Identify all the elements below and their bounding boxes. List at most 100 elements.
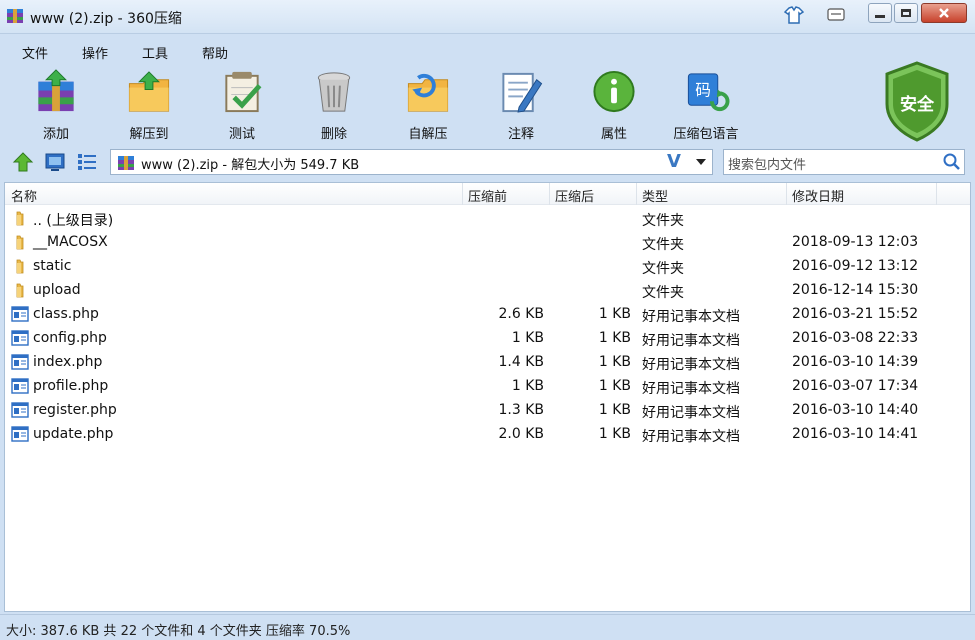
folder-row[interactable]: upload 文件夹 2016-12-14 15:30: [5, 278, 970, 302]
extract-to-button[interactable]: 解压到: [104, 68, 194, 142]
comment-button[interactable]: 注释: [476, 68, 566, 142]
folder-icon: [11, 210, 29, 226]
folder-row[interactable]: __MACOSX 文件夹 2018-09-13 12:03: [5, 230, 970, 254]
archive-icon: [118, 156, 134, 170]
column-divider[interactable]: [786, 183, 787, 205]
path-combobox[interactable]: www (2).zip - 解包大小为 549.7 KB V: [110, 149, 713, 175]
text-file-icon: [11, 306, 29, 322]
text-file-icon: [11, 354, 29, 370]
column-date[interactable]: 修改日期: [792, 186, 844, 205]
minimize-icon: [875, 14, 885, 18]
file-size: 1 KB: [511, 330, 544, 346]
file-list: 名称 压缩前 压缩后 类型 修改日期 .. (上级目录) 文件夹 __MACOSX 文…: [4, 182, 971, 612]
test-icon: [225, 71, 262, 113]
window-title: www (2).zip - 360压缩: [30, 11, 182, 27]
maximize-icon: [901, 9, 911, 17]
skin-shirt-icon[interactable]: [784, 6, 804, 24]
delete-label: 删除: [320, 127, 347, 142]
maximize-button[interactable]: [894, 3, 918, 23]
text-file-icon: [11, 330, 29, 346]
menu-bar: 文件 操作 工具 帮助: [0, 38, 975, 64]
delete-button[interactable]: 删除: [289, 68, 379, 142]
chevron-down-icon[interactable]: [696, 159, 706, 165]
self-extract-label: 自解压: [408, 127, 448, 142]
column-name[interactable]: 名称: [11, 186, 37, 205]
column-divider[interactable]: [549, 183, 550, 205]
detail-view-icon[interactable]: [76, 151, 98, 173]
folder-row[interactable]: static 文件夹 2016-09-12 13:12: [5, 254, 970, 278]
file-name: register.php: [33, 402, 117, 418]
file-modified-date: 2016-09-12 13:12: [792, 258, 919, 274]
file-row[interactable]: class.php 2.6 KB 1 KB 好用记事本文档 2016-03-21 15:…: [5, 302, 970, 326]
file-type: 好用记事本文档: [642, 405, 740, 421]
file-packed-size: 1 KB: [598, 426, 631, 442]
file-row[interactable]: config.php 1 KB 1 KB 好用记事本文档 2016-03-08 22:3…: [5, 326, 970, 350]
status-text: 大小: 387.6 KB 共 22 个文件和 4 个文件夹 压缩率 70.5%: [6, 624, 351, 639]
path-text: www (2).zip - 解包大小为 549.7 KB: [141, 158, 360, 173]
file-row[interactable]: profile.php 1 KB 1 KB 好用记事本文档 2016-03-07 17:…: [5, 374, 970, 398]
file-type: 文件夹: [642, 213, 684, 229]
column-divider[interactable]: [636, 183, 637, 205]
file-row[interactable]: index.php 1.4 KB 1 KB 好用记事本文档 2016-03-10 14:…: [5, 350, 970, 374]
menu-tools[interactable]: 工具: [142, 43, 168, 62]
file-type: 文件夹: [642, 261, 684, 277]
folder-icon: [11, 234, 29, 250]
search-icon[interactable]: [942, 152, 962, 172]
folder-icon: [11, 258, 29, 274]
properties-label: 属性: [600, 127, 627, 142]
comment-label: 注释: [507, 127, 534, 142]
self-extract-button[interactable]: 自解压: [383, 68, 473, 142]
file-row[interactable]: register.php 1.3 KB 1 KB 好用记事本文档 2016-03-10 …: [5, 398, 970, 422]
file-name: config.php: [33, 330, 107, 346]
file-modified-date: 2016-03-10 14:39: [792, 354, 919, 370]
archive-language-label: 压缩包语言: [673, 127, 739, 142]
thumbnail-view-icon[interactable]: [44, 151, 66, 173]
column-size[interactable]: 压缩前: [468, 186, 507, 205]
file-row[interactable]: update.php 2.0 KB 1 KB 好用记事本文档 2016-03-10 14…: [5, 422, 970, 446]
search-input[interactable]: 搜索包内文件: [723, 149, 965, 175]
column-divider[interactable]: [462, 183, 463, 205]
security-shield[interactable]: 安全: [881, 60, 953, 142]
minimize-button[interactable]: [868, 3, 892, 23]
file-name: upload: [33, 282, 81, 298]
properties-button[interactable]: 属性: [569, 68, 659, 142]
column-packed[interactable]: 压缩后: [555, 186, 594, 205]
file-type: 文件夹: [642, 285, 684, 301]
file-type: 文件夹: [642, 237, 684, 253]
archive-app-icon: [7, 9, 23, 23]
test-button[interactable]: 测试: [197, 68, 287, 142]
menu-file[interactable]: 文件: [22, 43, 48, 62]
info-icon: [593, 70, 635, 113]
text-file-icon: [11, 426, 29, 442]
file-modified-date: 2016-03-10 14:40: [792, 402, 919, 418]
feedback-icon[interactable]: [826, 6, 846, 24]
file-packed-size: 1 KB: [598, 378, 631, 394]
add-button[interactable]: 添加: [11, 68, 101, 142]
column-divider[interactable]: [936, 183, 937, 205]
file-modified-date: 2016-12-14 15:30: [792, 282, 919, 298]
file-modified-date: 2018-09-13 12:03: [792, 234, 919, 250]
file-modified-date: 2016-03-07 17:34: [792, 378, 919, 394]
file-name: profile.php: [33, 378, 109, 394]
up-arrow-icon[interactable]: [12, 151, 34, 173]
file-size: 1.3 KB: [498, 402, 545, 418]
column-type[interactable]: 类型: [642, 186, 668, 205]
file-type: 好用记事本文档: [642, 429, 740, 445]
close-button[interactable]: [921, 3, 967, 23]
archive-language-button[interactable]: 码 压缩包语言: [661, 68, 751, 142]
file-name: __MACOSX: [33, 234, 108, 250]
svg-text:码: 码: [695, 80, 711, 99]
menu-operate[interactable]: 操作: [82, 43, 108, 62]
file-name: update.php: [33, 426, 114, 442]
status-bar: 大小: 387.6 KB 共 22 个文件和 4 个文件夹 压缩率 70.5%: [0, 614, 975, 640]
search-placeholder: 搜索包内文件: [728, 158, 807, 173]
comment-icon: [502, 72, 543, 113]
add-archive-icon: [38, 69, 74, 112]
folder-row[interactable]: .. (上级目录) 文件夹: [5, 206, 970, 230]
file-packed-size: 1 KB: [598, 354, 631, 370]
add-label: 添加: [42, 127, 69, 142]
file-packed-size: 1 KB: [598, 306, 631, 322]
menu-help[interactable]: 帮助: [202, 43, 228, 62]
file-name: .. (上级目录): [33, 213, 114, 229]
self-extract-icon: [407, 73, 449, 112]
